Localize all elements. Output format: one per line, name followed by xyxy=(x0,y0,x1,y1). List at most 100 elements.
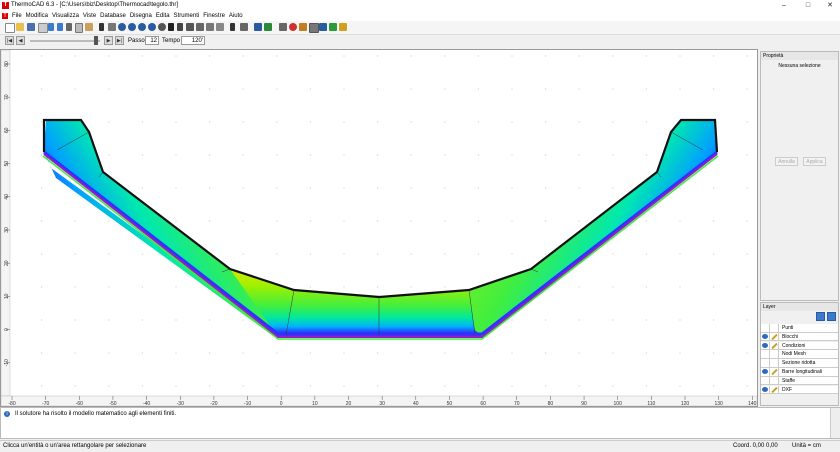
open-file-icon[interactable] xyxy=(16,23,24,31)
eye-icon xyxy=(762,386,768,392)
zoom-out-icon[interactable] xyxy=(128,23,136,31)
layer-settings-icon[interactable] xyxy=(827,312,836,321)
database-icon[interactable] xyxy=(319,23,327,31)
thermal-section-drawing[interactable]: 80706050403020100-10 -80 -70 -60 -50 -40 -30-… xyxy=(1,50,757,406)
layer-name: DXF xyxy=(782,386,792,393)
visibility-toggle[interactable] xyxy=(761,359,770,368)
layer-row[interactable]: Staffe xyxy=(761,376,838,386)
step-slider-track[interactable] xyxy=(30,40,100,42)
undo-icon[interactable] xyxy=(48,23,54,31)
edit-toggle[interactable] xyxy=(770,376,779,385)
refresh-icon[interactable] xyxy=(158,23,166,31)
materials-icon[interactable] xyxy=(299,23,307,31)
y-tick-label: 20 xyxy=(4,260,10,266)
check-icon[interactable] xyxy=(329,23,337,31)
solver-message: Il solutore ha risolto il modello matema… xyxy=(15,411,177,417)
message-scrollbar[interactable] xyxy=(830,408,840,438)
minimize-icon[interactable]: – xyxy=(775,1,793,10)
mesh-icon[interactable] xyxy=(279,23,287,31)
copy-icon[interactable] xyxy=(75,23,83,33)
edit-toggle[interactable] xyxy=(770,324,779,332)
ortho-icon[interactable] xyxy=(264,23,272,31)
layer-row[interactable]: DXF xyxy=(761,385,838,395)
pan-icon[interactable] xyxy=(108,23,116,31)
solve-icon[interactable] xyxy=(339,23,347,31)
edit-toggle[interactable] xyxy=(770,385,779,394)
x-tick-label: 0 xyxy=(280,401,283,406)
applica-button[interactable]: Applica xyxy=(803,157,826,166)
visibility-toggle[interactable] xyxy=(761,350,770,359)
line-tool-icon[interactable] xyxy=(177,23,183,31)
passo-field[interactable]: 12 xyxy=(145,36,159,45)
layer-row[interactable]: Punti xyxy=(761,324,838,333)
select-pointer-icon[interactable] xyxy=(99,23,104,31)
visibility-toggle[interactable] xyxy=(761,324,770,332)
menu-file[interactable]: File xyxy=(10,11,24,21)
visibility-toggle[interactable] xyxy=(761,376,770,385)
menu-strumenti[interactable]: Strumenti xyxy=(172,11,202,21)
print-icon[interactable] xyxy=(38,23,48,33)
menu-database[interactable]: Database xyxy=(98,11,128,21)
window-title: ThermoCAD 6.3 - [C:\Users\biz\Desktop\Th… xyxy=(11,2,179,8)
layer-row[interactable]: Blocchi xyxy=(761,332,838,342)
info-icon: i xyxy=(4,411,10,417)
toolbar xyxy=(0,21,840,35)
last-step-icon[interactable]: ▶| xyxy=(115,36,124,45)
edit-toggle[interactable] xyxy=(770,359,779,368)
step-slider-thumb[interactable] xyxy=(94,36,98,45)
snap-icon[interactable] xyxy=(240,23,248,31)
edit-toggle[interactable] xyxy=(770,350,779,359)
visibility-toggle[interactable] xyxy=(761,332,770,341)
edit-toggle[interactable] xyxy=(770,332,779,341)
redo-icon[interactable] xyxy=(57,23,63,31)
visibility-toggle[interactable] xyxy=(761,385,770,394)
next-step-icon[interactable]: ▶ xyxy=(104,36,113,45)
close-icon[interactable]: ✕ xyxy=(821,1,839,10)
zoom-extents-icon[interactable] xyxy=(148,23,156,31)
grid-icon[interactable] xyxy=(254,23,262,31)
polyline-tool-icon[interactable] xyxy=(186,23,194,31)
y-tick-label: 70 xyxy=(4,94,10,100)
add-layer-icon[interactable] xyxy=(816,312,825,321)
save-icon[interactable] xyxy=(27,23,35,31)
annulla-button[interactable]: Annulla xyxy=(775,157,798,166)
first-step-icon[interactable]: |◀ xyxy=(5,36,14,45)
menu-viste[interactable]: Viste xyxy=(81,11,98,21)
conditions-icon[interactable] xyxy=(309,23,319,33)
layer-row[interactable]: Condizioni xyxy=(761,341,838,351)
passo-label: Passo xyxy=(128,38,145,44)
tempo-field[interactable]: 120' xyxy=(181,36,205,45)
eye-icon xyxy=(762,342,768,348)
edit-toggle[interactable] xyxy=(770,341,779,350)
status-bar: Clicca un'entità o un'area rettangolare … xyxy=(0,440,840,452)
cut-icon[interactable] xyxy=(66,23,72,31)
node-tool-icon[interactable] xyxy=(206,23,214,31)
x-tick-label: -20 xyxy=(210,401,217,406)
menu-aiuto[interactable]: Aiuto xyxy=(227,11,245,21)
previous-step-icon[interactable]: ◀ xyxy=(16,36,25,45)
visibility-toggle[interactable] xyxy=(761,368,770,376)
menu-modifica[interactable]: Modifica xyxy=(24,11,50,21)
measure-icon[interactable] xyxy=(168,23,174,31)
menu-finestre[interactable]: Finestre xyxy=(201,11,227,21)
rectangle-tool-icon[interactable] xyxy=(196,23,204,31)
layer-row[interactable]: Nodi Mesh xyxy=(761,350,838,359)
layer-row[interactable]: Barre longitudinali xyxy=(761,368,838,377)
maximize-icon[interactable]: □ xyxy=(799,1,817,10)
hatch-tool-icon[interactable] xyxy=(216,23,224,31)
zoom-in-icon[interactable] xyxy=(118,23,126,31)
visibility-toggle[interactable] xyxy=(761,341,770,350)
menu-edita[interactable]: Edita xyxy=(154,11,172,21)
zoom-window-icon[interactable] xyxy=(138,23,146,31)
point-tool-icon[interactable] xyxy=(230,23,235,31)
menu-visualizza[interactable]: Visualizza xyxy=(50,11,81,21)
layer-row[interactable]: Sezione ridotta xyxy=(761,359,838,368)
edit-toggle[interactable] xyxy=(770,368,779,376)
x-tick-label: -30 xyxy=(177,401,184,406)
paste-icon[interactable] xyxy=(85,23,93,31)
new-file-icon[interactable] xyxy=(5,23,15,33)
x-tick-label: 30 xyxy=(379,401,385,406)
drawing-canvas[interactable]: 80 70 60 50 40 30 20 10 0 -10 -80 -70 -60 -50 -40 -30-… xyxy=(0,49,758,407)
thermal-map-icon[interactable] xyxy=(289,23,297,31)
menu-disegna[interactable]: Disegna xyxy=(128,11,154,21)
